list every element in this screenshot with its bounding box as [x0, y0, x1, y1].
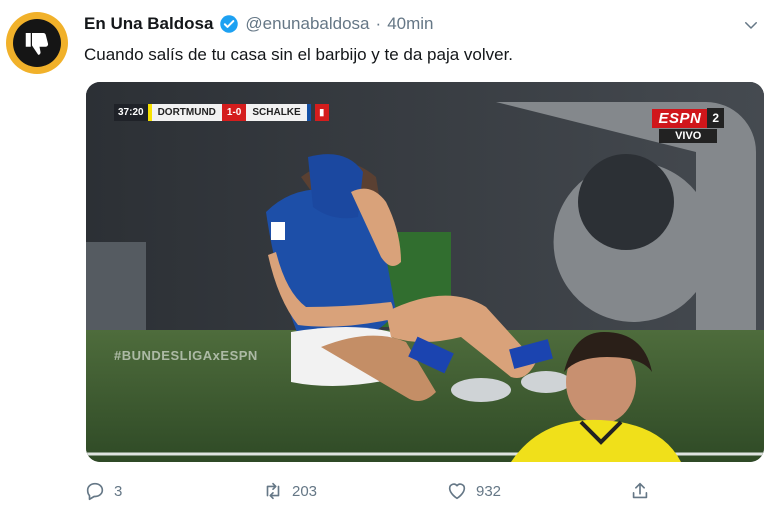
- scorebug: 37:20 DORTMUND 1-0 SCHALKE ▮: [114, 104, 329, 121]
- match-score: 1-0: [221, 104, 247, 121]
- reply-count: 3: [114, 482, 123, 500]
- match-clock: 37:20: [114, 104, 148, 121]
- share-button[interactable]: [629, 480, 651, 502]
- broadcast-hashtag: #BUNDESLIGAxESPN: [114, 348, 258, 363]
- separator-dot: ·: [375, 14, 382, 33]
- heart-icon: [448, 483, 466, 500]
- broadcaster-badge: ESPN 2 VIVO: [652, 108, 724, 143]
- share-icon: [632, 482, 648, 499]
- display-name[interactable]: En Una Baldosa: [84, 14, 213, 34]
- retweet-button[interactable]: 203: [262, 480, 317, 502]
- live-label: VIVO: [659, 129, 718, 143]
- retweet-count: 203: [292, 482, 318, 500]
- tweet-timestamp[interactable]: 40min: [387, 14, 433, 34]
- retweet-icon: [266, 482, 280, 500]
- chevron-down-icon[interactable]: [742, 16, 760, 34]
- espn-logo: ESPN: [652, 108, 708, 128]
- tweet-media-image[interactable]: 37:20 DORTMUND 1-0 SCHALKE ▮ ESPN 2 VIVO…: [86, 82, 764, 462]
- reply-icon: [86, 482, 104, 501]
- reply-button[interactable]: 3: [84, 480, 122, 502]
- tweet-actions: 3 203 932: [84, 480, 664, 504]
- tweet-text: Cuando salís de tu casa sin el barbijo y…: [84, 45, 514, 64]
- like-button[interactable]: 932: [446, 480, 501, 502]
- away-team: SCHALKE: [246, 104, 311, 121]
- user-handle[interactable]: @enunabaldosa: [245, 14, 369, 34]
- avatar-inner: [13, 19, 61, 67]
- thumbs-down-icon: [25, 33, 49, 55]
- tweet-header: En Una Baldosa @enunabaldosa · 40min: [84, 14, 434, 34]
- verified-badge-icon: [219, 14, 239, 34]
- avatar[interactable]: [6, 12, 68, 74]
- channel-number: 2: [707, 108, 724, 128]
- bundesliga-logo-icon: ▮: [314, 104, 329, 121]
- home-team: DORTMUND: [147, 104, 222, 121]
- like-count: 932: [476, 482, 502, 500]
